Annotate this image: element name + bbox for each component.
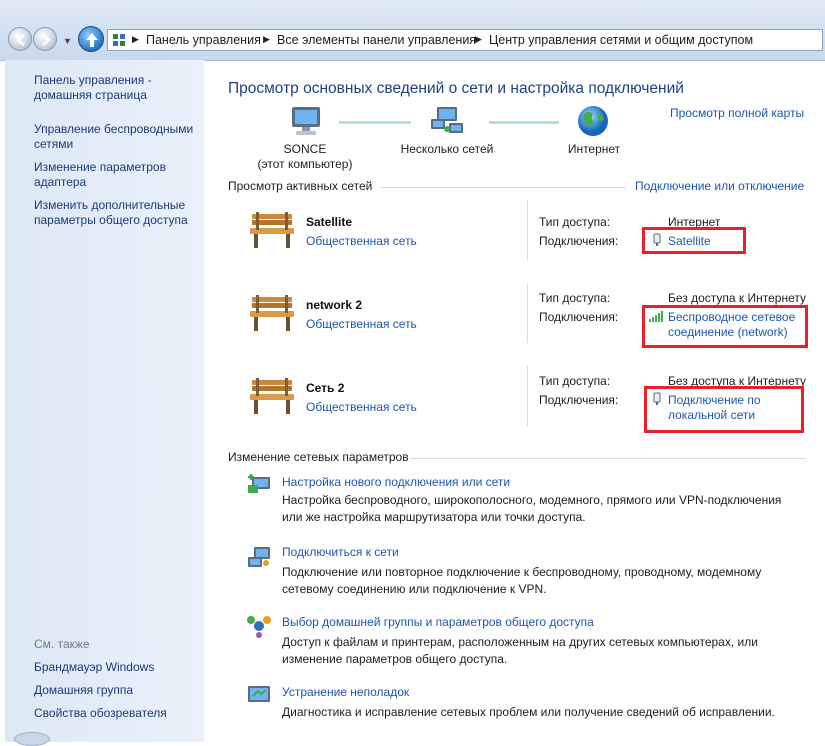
settings-heading: Изменение сетевых параметров	[228, 450, 409, 464]
network-name: network 2	[306, 298, 363, 312]
highlight-box	[644, 386, 804, 433]
task-description: Настройка беспроводного, широкополосного…	[282, 493, 782, 524]
task-troubleshoot[interactable]: Устранение неполадок	[282, 685, 409, 699]
highlight-box	[642, 305, 808, 348]
connect-disconnect-link[interactable]: Подключение или отключение	[635, 179, 804, 193]
task-description: Подключение или повторное подключение к …	[282, 565, 762, 596]
network-type-link[interactable]: Общественная сеть	[306, 400, 417, 414]
recent-pages-chevron-icon[interactable]: ▼	[63, 36, 72, 46]
see-also-heading: См. также	[34, 637, 90, 651]
full-map-link[interactable]: Просмотр полной карты	[670, 106, 804, 120]
column-divider	[527, 200, 528, 260]
address-bar[interactable]: ▶ Панель управления ▶ Все элементы панел…	[107, 29, 823, 51]
up-level-button[interactable]	[78, 26, 104, 52]
connections-label: Подключения:	[539, 393, 619, 407]
new-connection-icon[interactable]	[246, 473, 272, 497]
main-content: Просмотр основных сведений о сети и наст…	[204, 60, 825, 742]
sidebar-item-sharing-settings[interactable]: Изменить дополнительные параметры общего…	[34, 198, 204, 228]
map-link-line	[339, 121, 411, 124]
task-description: Диагностика и исправление сетевых пробле…	[282, 705, 775, 719]
active-networks-heading: Просмотр активных сетей	[228, 179, 373, 193]
breadcrumb-network-center[interactable]: Центр управления сетями и общим доступом	[489, 33, 753, 47]
see-also-homegroup[interactable]: Домашняя группа	[34, 683, 204, 698]
public-network-bench-icon[interactable]	[248, 376, 296, 416]
map-link-line	[489, 121, 559, 124]
breadcrumb-control-panel[interactable]: Панель управления	[146, 33, 261, 47]
see-also-firewall[interactable]: Брандмауэр Windows	[34, 660, 204, 675]
computer-caption: (этот компьютер)	[257, 157, 353, 171]
access-type-label: Тип доступа:	[539, 215, 611, 229]
connections-label: Подключения:	[539, 234, 619, 248]
control-panel-icon	[113, 34, 125, 46]
connections-label: Подключения:	[539, 310, 619, 324]
breadcrumb-separator-icon[interactable]: ▶	[132, 34, 139, 45]
access-type-label: Тип доступа:	[539, 374, 611, 388]
section-divider	[380, 187, 626, 188]
access-type-value: Без доступа к Интернету	[668, 291, 807, 305]
network-type-link[interactable]: Общественная сеть	[306, 234, 417, 248]
back-button[interactable]	[8, 27, 32, 51]
network-type-link[interactable]: Общественная сеть	[306, 317, 417, 331]
internet-label: Интернет	[567, 142, 621, 156]
sidebar-item-adapter-settings[interactable]: Изменение параметров адаптера	[34, 160, 204, 190]
computer-name: SONCE	[283, 142, 327, 156]
breadcrumb-all-items[interactable]: Все элементы панели управления	[277, 33, 476, 47]
breadcrumb-separator-icon[interactable]: ▶	[475, 34, 482, 45]
page-title: Просмотр основных сведений о сети и наст…	[228, 80, 684, 97]
connect-network-icon[interactable]	[246, 545, 272, 569]
see-also-internet-options[interactable]: Свойства обозревателя	[34, 706, 204, 721]
forward-arrow-icon	[42, 34, 51, 46]
access-type-label: Тип доступа:	[539, 291, 611, 305]
task-connect-network[interactable]: Подключиться к сети	[282, 545, 399, 559]
network-name: Satellite	[306, 215, 353, 229]
task-homegroup-sharing[interactable]: Выбор домашней группы и параметров общег…	[282, 615, 594, 629]
section-divider	[410, 458, 806, 459]
highlight-box	[642, 227, 746, 254]
forward-button[interactable]	[33, 27, 57, 51]
computer-icon[interactable]	[288, 105, 324, 137]
sidebar: Панель управления - домашняя страница Уп…	[5, 60, 204, 742]
breadcrumb-separator-icon[interactable]: ▶	[263, 34, 270, 45]
public-network-bench-icon[interactable]	[248, 293, 296, 333]
column-divider	[527, 366, 528, 426]
multiple-networks-icon[interactable]	[429, 105, 465, 137]
globe-icon[interactable]	[576, 104, 610, 138]
task-new-connection[interactable]: Настройка нового подключения или сети	[282, 475, 510, 489]
network-name: Сеть 2	[306, 381, 345, 395]
back-arrow-icon	[16, 34, 25, 46]
homegroup-icon[interactable]	[246, 614, 272, 638]
up-arrow-icon	[86, 33, 98, 47]
troubleshoot-icon[interactable]	[246, 682, 272, 706]
task-description: Доступ к файлам и принтерам, расположенн…	[282, 635, 758, 666]
public-network-bench-icon[interactable]	[248, 210, 296, 250]
column-divider	[527, 283, 528, 343]
status-ellipse	[14, 732, 50, 746]
multiple-networks-label: Несколько сетей	[400, 142, 494, 156]
navigation-bar: ▼ ▶ Панель управления ▶ Все элементы пан…	[0, 0, 825, 61]
sidebar-item-control-panel-home[interactable]: Панель управления - домашняя страница	[34, 73, 204, 103]
sidebar-item-manage-wireless[interactable]: Управление беспроводными сетями	[34, 122, 204, 152]
